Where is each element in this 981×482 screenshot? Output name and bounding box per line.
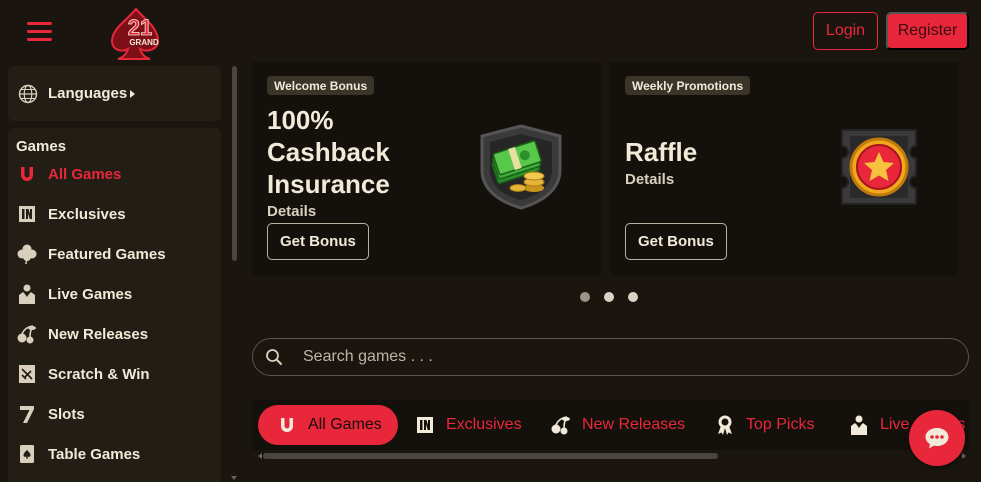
promo-title-line: Cashback	[267, 137, 390, 167]
promo-details-link[interactable]: Details	[267, 203, 316, 220]
search-bar	[252, 338, 969, 376]
cherry-icon	[550, 414, 572, 436]
cherry-icon	[16, 323, 38, 345]
in-badge-icon	[16, 203, 38, 225]
svg-text:21: 21	[128, 15, 152, 40]
sidebar-item-exclusives[interactable]: Exclusives	[16, 202, 216, 226]
clover-icon	[16, 243, 38, 265]
search-input[interactable]	[303, 348, 903, 366]
promo-card-weekly-promotions: Weekly Promotions Raffle Details Get Bon…	[610, 62, 959, 276]
chat-bubble-icon	[925, 428, 949, 449]
scroll-down-arrow-icon[interactable]	[231, 476, 237, 480]
star-coin-ticket-icon	[834, 124, 924, 215]
caret-right-icon	[130, 89, 136, 98]
category-tabs: All Games Exclusives New Releases Top Pi…	[252, 400, 969, 450]
menu-icon[interactable]	[27, 20, 52, 42]
dealer-icon	[16, 283, 38, 305]
tabs-scrollbar[interactable]	[258, 452, 969, 460]
get-bonus-button[interactable]: Get Bonus	[267, 223, 369, 260]
search-icon	[266, 349, 282, 365]
dealer-icon	[848, 414, 870, 436]
sidebar-item-table-games[interactable]: Table Games	[16, 442, 216, 466]
get-bonus-button[interactable]: Get Bonus	[625, 223, 727, 260]
carousel-dot[interactable]	[580, 292, 590, 302]
carousel-dots	[580, 292, 638, 302]
brand-logo[interactable]: 21 GRAND	[106, 3, 170, 61]
seven-icon	[16, 403, 38, 425]
scroll-right-arrow-icon[interactable]	[962, 453, 966, 459]
tab-top-picks[interactable]: Top Picks	[714, 405, 814, 445]
sidebar-item-all-games[interactable]: All Games	[16, 162, 216, 186]
card-spade-icon	[16, 443, 38, 465]
top-header: 21 GRAND Login Register	[0, 0, 981, 62]
carousel-dot[interactable]	[604, 292, 614, 302]
scroll-left-arrow-icon[interactable]	[258, 453, 262, 459]
sidebar-item-new-releases[interactable]: New Releases	[16, 322, 216, 346]
scrollbar-thumb[interactable]	[232, 66, 237, 261]
sidebar-item-scratch-win[interactable]: Scratch & Win	[16, 362, 216, 386]
tab-new-releases[interactable]: New Releases	[550, 405, 685, 445]
sidebar-item-slots[interactable]: Slots	[16, 402, 216, 426]
horseshoe-icon	[276, 414, 298, 436]
promo-title-line: Insurance	[267, 169, 390, 199]
games-nav: Games All Games Exclusives Featured Game…	[8, 128, 221, 482]
globe-icon	[18, 84, 38, 103]
languages-label: Languages	[48, 85, 128, 102]
carousel-dot[interactable]	[628, 292, 638, 302]
promo-badge: Weekly Promotions	[625, 76, 751, 95]
cash-shield-icon	[476, 124, 566, 215]
scrollbar-thumb[interactable]	[263, 453, 718, 459]
register-button[interactable]: Register	[886, 12, 969, 50]
svg-text:GRAND: GRAND	[129, 38, 159, 47]
in-badge-icon	[414, 414, 436, 436]
sidebar-item-featured-games[interactable]: Featured Games	[16, 242, 216, 266]
sidebar-item-live-games[interactable]: Live Games	[16, 282, 216, 306]
chat-button[interactable]	[909, 410, 965, 466]
ribbon-icon	[714, 414, 736, 436]
sidebar: Languages Games All Games Exclusives Fea…	[0, 62, 240, 482]
games-title: Games	[16, 138, 67, 155]
promo-title-line: 100%	[267, 105, 334, 135]
promo-card-welcome-bonus: Welcome Bonus 100% Cashback Insurance De…	[252, 62, 601, 276]
login-button[interactable]: Login	[813, 12, 878, 50]
sidebar-scrollbar[interactable]	[230, 66, 238, 482]
promo-badge: Welcome Bonus	[267, 76, 375, 95]
ticket-icon	[16, 363, 38, 385]
tab-all-games[interactable]: All Games	[258, 405, 398, 445]
tab-exclusives[interactable]: Exclusives	[414, 405, 522, 445]
languages-selector[interactable]: Languages	[8, 66, 221, 121]
horseshoe-icon	[16, 163, 38, 185]
promo-details-link[interactable]: Details	[625, 171, 674, 188]
promo-title-line: Raffle	[625, 137, 698, 167]
